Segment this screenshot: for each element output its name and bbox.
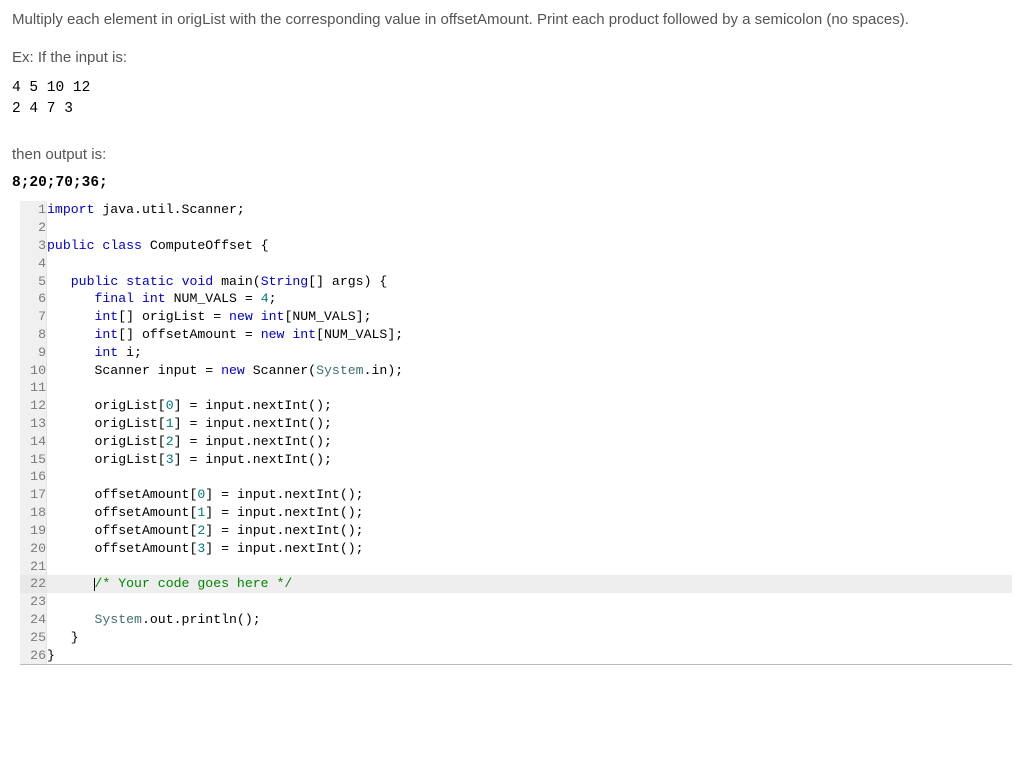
code-line[interactable]: 1import java.util.Scanner; bbox=[20, 201, 1012, 219]
line-content[interactable]: final int NUM_VALS = 4; bbox=[47, 290, 1013, 308]
line-content[interactable]: int[] origList = new int[NUM_VALS]; bbox=[47, 308, 1013, 326]
code-line[interactable]: 7 int[] origList = new int[NUM_VALS]; bbox=[20, 308, 1012, 326]
code-line[interactable]: 17 offsetAmount[0] = input.nextInt(); bbox=[20, 486, 1012, 504]
line-number: 9 bbox=[20, 344, 47, 362]
code-line[interactable]: 9 int i; bbox=[20, 344, 1012, 362]
code-line[interactable]: 11 bbox=[20, 379, 1012, 397]
line-number: 6 bbox=[20, 290, 47, 308]
code-line[interactable]: 3public class ComputeOffset { bbox=[20, 237, 1012, 255]
line-number: 5 bbox=[20, 273, 47, 291]
code-line[interactable]: 19 offsetAmount[2] = input.nextInt(); bbox=[20, 522, 1012, 540]
line-content[interactable]: origList[0] = input.nextInt(); bbox=[47, 397, 1013, 415]
line-number: 23 bbox=[20, 593, 47, 611]
code-line[interactable]: 8 int[] offsetAmount = new int[NUM_VALS]… bbox=[20, 326, 1012, 344]
line-content[interactable]: offsetAmount[2] = input.nextInt(); bbox=[47, 522, 1013, 540]
code-line[interactable]: 5 public static void main(String[] args)… bbox=[20, 273, 1012, 291]
problem-statement: Multiply each element in origList with t… bbox=[12, 8, 1012, 31]
line-number: 17 bbox=[20, 486, 47, 504]
line-content[interactable] bbox=[47, 593, 1013, 611]
line-number: 24 bbox=[20, 611, 47, 629]
line-number: 10 bbox=[20, 362, 47, 380]
code-line[interactable]: 24 System.out.println(); bbox=[20, 611, 1012, 629]
line-content[interactable]: offsetAmount[1] = input.nextInt(); bbox=[47, 504, 1013, 522]
line-number: 22 bbox=[20, 575, 47, 593]
line-number: 4 bbox=[20, 255, 47, 273]
line-number: 1 bbox=[20, 201, 47, 219]
line-content[interactable] bbox=[47, 468, 1013, 486]
line-number: 26 bbox=[20, 647, 47, 665]
line-number: 15 bbox=[20, 451, 47, 469]
line-content[interactable]: } bbox=[47, 629, 1013, 647]
code-line[interactable]: 26} bbox=[20, 647, 1012, 665]
line-content[interactable] bbox=[47, 219, 1013, 237]
line-content[interactable]: origList[2] = input.nextInt(); bbox=[47, 433, 1013, 451]
code-line[interactable]: 6 final int NUM_VALS = 4; bbox=[20, 290, 1012, 308]
line-number: 8 bbox=[20, 326, 47, 344]
code-line[interactable]: 21 bbox=[20, 558, 1012, 576]
line-content[interactable]: origList[3] = input.nextInt(); bbox=[47, 451, 1013, 469]
line-number: 21 bbox=[20, 558, 47, 576]
line-content[interactable]: public static void main(String[] args) { bbox=[47, 273, 1013, 291]
line-content[interactable]: } bbox=[47, 647, 1013, 665]
line-number: 12 bbox=[20, 397, 47, 415]
code-line[interactable]: 2 bbox=[20, 219, 1012, 237]
line-number: 19 bbox=[20, 522, 47, 540]
code-line[interactable]: 15 origList[3] = input.nextInt(); bbox=[20, 451, 1012, 469]
line-number: 20 bbox=[20, 540, 47, 558]
line-number: 13 bbox=[20, 415, 47, 433]
page-container: Multiply each element in origList with t… bbox=[0, 0, 1024, 665]
line-content[interactable]: offsetAmount[0] = input.nextInt(); bbox=[47, 486, 1013, 504]
line-content[interactable]: public class ComputeOffset { bbox=[47, 237, 1013, 255]
example-input-label: Ex: If the input is: bbox=[12, 49, 1012, 66]
line-content[interactable]: Scanner input = new Scanner(System.in); bbox=[47, 362, 1013, 380]
line-number: 25 bbox=[20, 629, 47, 647]
code-line[interactable]: 22 /* Your code goes here */ bbox=[20, 575, 1012, 593]
line-content[interactable] bbox=[47, 379, 1013, 397]
line-number: 11 bbox=[20, 379, 47, 397]
line-content[interactable]: offsetAmount[3] = input.nextInt(); bbox=[47, 540, 1013, 558]
line-content[interactable] bbox=[47, 558, 1013, 576]
code-line[interactable]: 23 bbox=[20, 593, 1012, 611]
line-number: 14 bbox=[20, 433, 47, 451]
line-content[interactable]: int i; bbox=[47, 344, 1013, 362]
line-number: 18 bbox=[20, 504, 47, 522]
code-line[interactable]: 12 origList[0] = input.nextInt(); bbox=[20, 397, 1012, 415]
code-editor[interactable]: 1import java.util.Scanner;2 3public clas… bbox=[20, 201, 1012, 665]
line-content[interactable] bbox=[47, 255, 1013, 273]
line-number: 7 bbox=[20, 308, 47, 326]
code-line[interactable]: 10 Scanner input = new Scanner(System.in… bbox=[20, 362, 1012, 380]
code-line[interactable]: 4 bbox=[20, 255, 1012, 273]
code-line[interactable]: 14 origList[2] = input.nextInt(); bbox=[20, 433, 1012, 451]
line-content[interactable]: int[] offsetAmount = new int[NUM_VALS]; bbox=[47, 326, 1013, 344]
line-content[interactable]: System.out.println(); bbox=[47, 611, 1013, 629]
line-number: 16 bbox=[20, 468, 47, 486]
line-number: 3 bbox=[20, 237, 47, 255]
code-line[interactable]: 20 offsetAmount[3] = input.nextInt(); bbox=[20, 540, 1012, 558]
line-content[interactable]: origList[1] = input.nextInt(); bbox=[47, 415, 1013, 433]
then-output-label: then output is: bbox=[12, 146, 1012, 163]
line-content[interactable]: import java.util.Scanner; bbox=[47, 201, 1013, 219]
line-number: 2 bbox=[20, 219, 47, 237]
example-input-block: 4 5 10 12 2 4 7 3 bbox=[12, 78, 1012, 120]
code-line[interactable]: 18 offsetAmount[1] = input.nextInt(); bbox=[20, 504, 1012, 522]
code-table: 1import java.util.Scanner;2 3public clas… bbox=[20, 201, 1012, 664]
code-line[interactable]: 25 } bbox=[20, 629, 1012, 647]
code-line[interactable]: 13 origList[1] = input.nextInt(); bbox=[20, 415, 1012, 433]
example-output-block: 8;20;70;36; bbox=[12, 175, 1012, 191]
code-line[interactable]: 16 bbox=[20, 468, 1012, 486]
line-content[interactable]: /* Your code goes here */ bbox=[47, 575, 1013, 593]
